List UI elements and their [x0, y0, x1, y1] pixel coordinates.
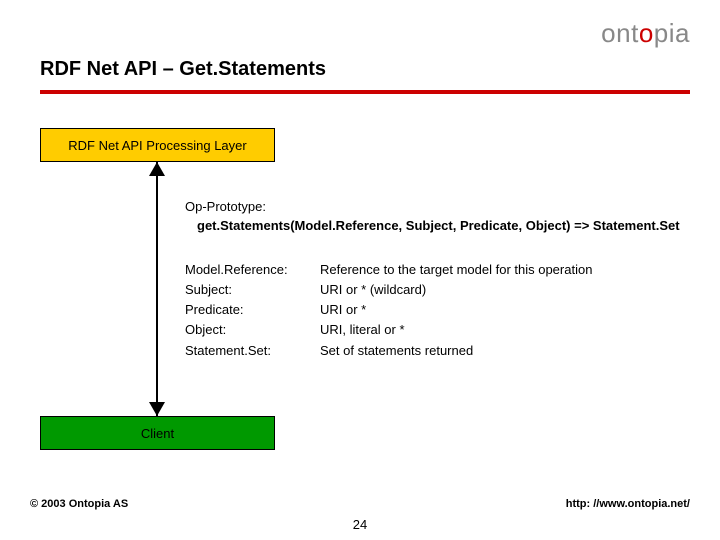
brand-logo: ontopia — [601, 18, 690, 49]
api-layer-box: RDF Net API Processing Layer — [40, 128, 275, 162]
prototype-block: Op-Prototype: get.Statements(Model.Refer… — [185, 198, 680, 236]
param-key: Statement.Set: — [185, 341, 320, 361]
param-row: Predicate: URI or * — [185, 300, 592, 320]
logo-accent: o — [639, 18, 654, 48]
param-key: Predicate: — [185, 300, 320, 320]
api-layer-label: RDF Net API Processing Layer — [68, 138, 246, 153]
param-row: Statement.Set: Set of statements returne… — [185, 341, 592, 361]
param-val: Set of statements returned — [320, 341, 473, 361]
param-key: Object: — [185, 320, 320, 340]
param-row: Model.Reference: Reference to the target… — [185, 260, 592, 280]
title-rule — [40, 90, 690, 94]
param-key: Model.Reference: — [185, 260, 320, 280]
param-key: Subject: — [185, 280, 320, 300]
bidirectional-arrow-line — [156, 162, 158, 416]
param-row: Subject: URI or * (wildcard) — [185, 280, 592, 300]
param-val: URI, literal or * — [320, 320, 405, 340]
client-box: Client — [40, 416, 275, 450]
param-val: URI or * — [320, 300, 366, 320]
footer-url: http: //www.ontopia.net/ — [566, 498, 690, 510]
title-block: RDF Net API – Get.Statements — [40, 58, 690, 94]
footer-copyright: © 2003 Ontopia AS — [30, 498, 128, 510]
logo-part1: ont — [601, 18, 639, 48]
arrow-down-icon — [149, 402, 165, 416]
prototype-signature: get.Statements(Model.Reference, Subject,… — [185, 217, 680, 236]
client-label: Client — [141, 426, 174, 441]
params-table: Model.Reference: Reference to the target… — [185, 260, 592, 361]
arrow-up-icon — [149, 162, 165, 176]
page-title: RDF Net API – Get.Statements — [40, 58, 690, 90]
param-val: Reference to the target model for this o… — [320, 260, 592, 280]
prototype-label: Op-Prototype: — [185, 198, 680, 217]
page-number: 24 — [0, 517, 720, 532]
param-val: URI or * (wildcard) — [320, 280, 426, 300]
logo-part2: pia — [654, 18, 690, 48]
param-row: Object: URI, literal or * — [185, 320, 592, 340]
